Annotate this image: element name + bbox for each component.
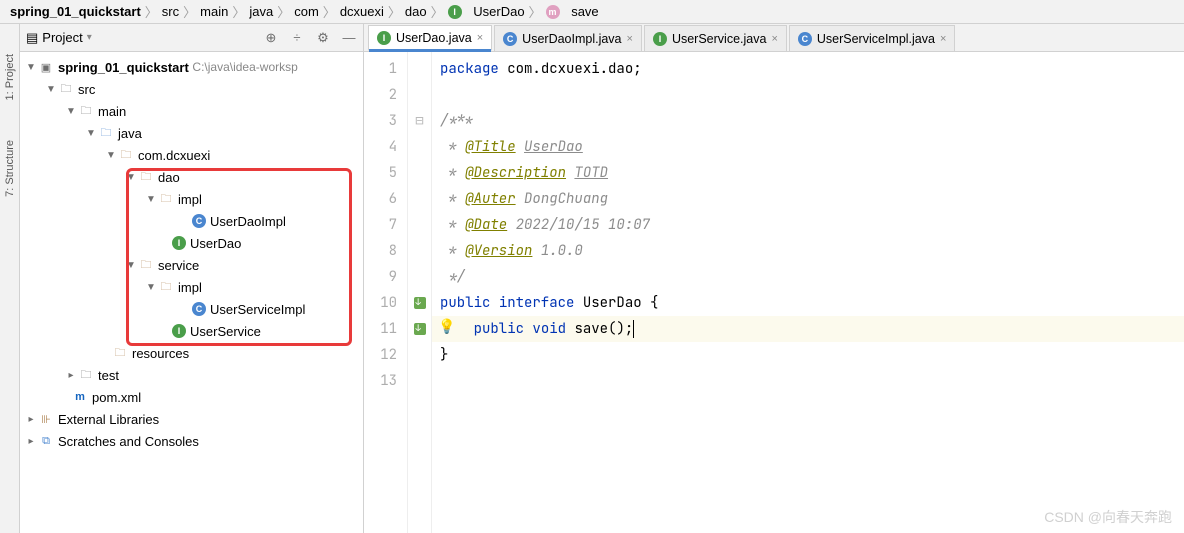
close-icon[interactable]: × (627, 33, 633, 45)
tree-node-package[interactable]: ▼🗀com.dcxuexi (20, 144, 363, 166)
crumb-item[interactable]: spring_01_quickstart (10, 4, 141, 19)
implemented-icon[interactable] (414, 297, 426, 309)
package-icon: 🗀 (158, 279, 174, 295)
rail-tab-project[interactable]: 1: Project (4, 54, 16, 100)
resources-icon: 🗀 (112, 345, 128, 361)
tree-node-scratches[interactable]: ▸⧉Scratches and Consoles (20, 430, 363, 452)
interface-icon: I (448, 5, 462, 19)
tree-node-root[interactable]: ▼▣spring_01_quickstart C:\java\idea-work… (20, 56, 363, 78)
project-tree[interactable]: ▼▣spring_01_quickstart C:\java\idea-work… (20, 52, 363, 533)
tab-userservice[interactable]: IUserService.java× (644, 25, 787, 51)
tree-node-test[interactable]: ▸🗀test (20, 364, 363, 386)
scratches-icon: ⧉ (38, 433, 54, 449)
method-icon: m (546, 5, 560, 19)
tree-node-src[interactable]: ▼🗀src (20, 78, 363, 100)
tool-window-title[interactable]: Project (42, 30, 82, 45)
collapse-icon[interactable]: ÷ (289, 30, 305, 46)
tree-node-userservice[interactable]: ▼IUserService (20, 320, 363, 342)
crumb-item[interactable]: src (162, 4, 179, 19)
lightbulb-icon[interactable]: 💡 (438, 318, 455, 336)
package-icon: 🗀 (138, 257, 154, 273)
crumb-item[interactable]: I UserDao (448, 4, 525, 19)
class-icon: C (798, 32, 812, 46)
gear-icon[interactable]: ⚙ (315, 30, 331, 46)
tree-node-pom[interactable]: ▼mpom.xml (20, 386, 363, 408)
code-content[interactable]: 💡 package com.dcxuexi.dao; /*** * @Title… (432, 52, 1184, 533)
tab-userdao[interactable]: IUserDao.java× (368, 25, 492, 51)
folder-icon: 🗀 (78, 103, 94, 119)
crumb-item[interactable]: m save (546, 4, 599, 19)
tree-node-external[interactable]: ▸⊪External Libraries (20, 408, 363, 430)
crumb-item[interactable]: dao (405, 4, 427, 19)
crumb-item[interactable]: com (294, 4, 319, 19)
tree-node-java[interactable]: ▼🗀java (20, 122, 363, 144)
interface-icon: I (172, 236, 186, 250)
folder-icon: 🗀 (78, 367, 94, 383)
tree-node-userserviceimpl[interactable]: ▼CUserServiceImpl (20, 298, 363, 320)
implemented-icon[interactable] (414, 323, 426, 335)
module-icon: ▣ (38, 59, 54, 75)
folder-icon: 🗀 (58, 81, 74, 97)
breadcrumb: spring_01_quickstart〉 src〉 main〉 java〉 c… (0, 0, 1184, 24)
tree-node-impl-svc[interactable]: ▼🗀impl (20, 276, 363, 298)
close-icon[interactable]: × (477, 32, 483, 44)
package-icon: 🗀 (158, 191, 174, 207)
tree-node-userdaoimpl[interactable]: ▼CUserDaoImpl (20, 210, 363, 232)
tree-node-main[interactable]: ▼🗀main (20, 100, 363, 122)
class-icon: C (192, 214, 206, 228)
chevron-down-icon[interactable]: ▾ (87, 32, 92, 43)
maven-icon: m (72, 389, 88, 405)
tree-node-resources[interactable]: ▼🗀resources (20, 342, 363, 364)
interface-icon: I (172, 324, 186, 338)
code-editor[interactable]: 12345678910111213 ⊟ 💡 package com.dcxuex… (364, 52, 1184, 533)
tab-userdaoimpl[interactable]: CUserDaoImpl.java× (494, 25, 642, 51)
crumb-item[interactable]: dcxuexi (340, 4, 384, 19)
tool-window-header: ▤ Project ▾ ⊕ ÷ ⚙ — (20, 24, 363, 52)
editor-tabbar: IUserDao.java× CUserDaoImpl.java× IUserS… (364, 24, 1184, 52)
source-folder-icon: 🗀 (98, 125, 114, 141)
tab-userserviceimpl[interactable]: CUserServiceImpl.java× (789, 25, 956, 51)
target-icon[interactable]: ⊕ (263, 30, 279, 46)
tree-node-service[interactable]: ▼🗀service (20, 254, 363, 276)
interface-icon: I (377, 31, 391, 45)
left-rail: 1: Project 7: Structure (0, 24, 20, 533)
tree-node-impl[interactable]: ▼🗀impl (20, 188, 363, 210)
package-icon: 🗀 (118, 147, 134, 163)
library-icon: ⊪ (38, 411, 54, 427)
class-icon: C (192, 302, 206, 316)
crumb-item[interactable]: main (200, 4, 228, 19)
rail-tab-structure[interactable]: 7: Structure (4, 140, 16, 197)
crumb-item[interactable]: java (249, 4, 273, 19)
interface-icon: I (653, 32, 667, 46)
editor-area: IUserDao.java× CUserDaoImpl.java× IUserS… (364, 24, 1184, 533)
project-tool-window: ▤ Project ▾ ⊕ ÷ ⚙ — ▼▣spring_01_quicksta… (20, 24, 364, 533)
class-icon: C (503, 32, 517, 46)
line-gutter: 12345678910111213 (364, 52, 408, 533)
marker-gutter: ⊟ (408, 52, 432, 533)
project-dropdown-icon[interactable]: ▤ (26, 30, 38, 46)
hide-icon[interactable]: — (341, 30, 357, 46)
package-icon: 🗀 (138, 169, 154, 185)
close-icon[interactable]: × (771, 33, 777, 45)
tree-node-dao[interactable]: ▼🗀dao (20, 166, 363, 188)
tree-node-userdao[interactable]: ▼IUserDao (20, 232, 363, 254)
close-icon[interactable]: × (940, 33, 946, 45)
